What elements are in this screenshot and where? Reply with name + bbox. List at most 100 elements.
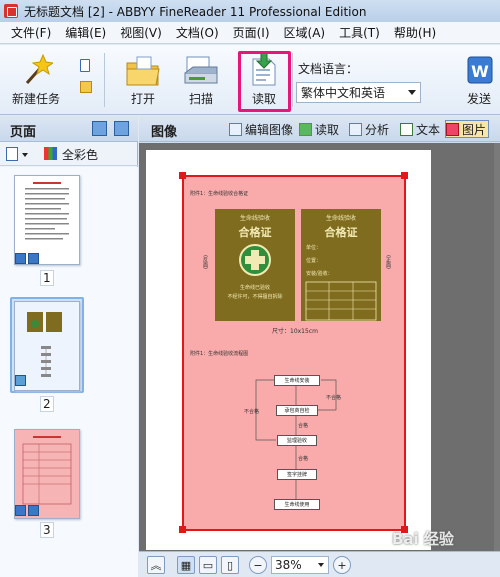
document-icon[interactable]	[80, 59, 90, 72]
image-pane-title: 图像	[151, 125, 178, 140]
scan-label: 扫描	[188, 92, 213, 106]
scan-button[interactable]: 扫描	[176, 49, 226, 111]
edit-image-button[interactable]: 编辑图像	[229, 120, 293, 138]
picture-icon	[15, 375, 26, 386]
menu-document[interactable]: 文档(O)	[169, 24, 226, 41]
save-icon	[28, 253, 39, 264]
svg-text:W: W	[471, 62, 489, 81]
menu-file[interactable]: 文件(F)	[4, 24, 58, 41]
fit-page-icon[interactable]: ▦	[177, 556, 195, 574]
menu-edit[interactable]: 编辑(E)	[58, 24, 113, 41]
fit-width-icon[interactable]: ▭	[199, 556, 217, 574]
move-page-up-icon[interactable]	[92, 121, 107, 136]
flow-step: 监理验收	[277, 435, 317, 446]
folder-icon	[126, 56, 160, 86]
page-status-icons	[15, 375, 26, 386]
document-page: 附件1：生命线验收合格证 生命线验收 合格证 生命线已验收 不经许可，不得擅自拆…	[146, 150, 431, 550]
heading-certificate: 附件1：生命线验收合格证	[190, 191, 249, 197]
open-button[interactable]: 打开	[118, 49, 168, 111]
vertical-scrollbar[interactable]	[494, 143, 500, 551]
cert-side-front: (正面)	[385, 255, 391, 269]
cert-top-text: 生命线验收	[239, 215, 270, 222]
resize-handle[interactable]	[179, 172, 186, 179]
edit-image-icon	[229, 122, 242, 136]
resize-handle[interactable]	[401, 172, 408, 179]
cert-side-back: (反面)	[202, 255, 208, 269]
cert-size: 尺寸：10x15cm	[272, 328, 318, 335]
cert-line2: 不经许可，不得擅自拆除	[227, 294, 283, 300]
flow-label-ok: 合格	[298, 423, 309, 429]
send-label: 发送	[466, 92, 491, 106]
picture-area-button[interactable]: 图片	[445, 120, 490, 138]
image-viewer[interactable]: 附件1：生命线验收合格证 生命线验收 合格证 生命线已验收 不经许可，不得擅自拆…	[139, 143, 500, 551]
menu-bar: 文件(F) 编辑(E) 视图(V) 文档(O) 页面(I) 区域(A) 工具(T…	[0, 22, 500, 44]
certificate-back: 生命线验收 合格证 生命线已验收 不经许可，不得擅自拆除	[215, 209, 295, 321]
pages-list[interactable]: 1 2 3	[0, 167, 138, 577]
page-number-3: 3	[40, 522, 54, 538]
magic-wand-icon	[25, 53, 53, 84]
chevron-down-icon	[408, 90, 416, 95]
cert-top-text: 生命线验收	[325, 215, 356, 222]
page-status-icons	[15, 253, 39, 264]
image-pane-header: 图像 编辑图像 读取 分析 文本 图片	[139, 116, 500, 142]
document-language-select[interactable]: 繁体中文和英语	[296, 82, 421, 103]
chevron-down-icon[interactable]	[22, 153, 28, 157]
picture-area-icon	[446, 122, 459, 136]
image-pane-statusbar: ︽ ▦ ▭ ▯ − 38% +	[139, 551, 500, 577]
menu-view[interactable]: 视图(V)	[113, 24, 169, 41]
app-icon	[4, 4, 18, 18]
analyze-button[interactable]: 分析	[349, 120, 389, 138]
zoom-value: 38%	[275, 558, 302, 572]
flow-step: 生命线使用	[274, 499, 320, 510]
certificate-front: 生命线验收 合格证 单位： 位置： 安装/验收：	[301, 209, 381, 321]
resize-handle[interactable]	[179, 526, 186, 533]
word-icon: W	[467, 56, 493, 84]
menu-tools[interactable]: 工具(T)	[332, 24, 387, 41]
page-thumbnail-1[interactable]	[14, 175, 80, 265]
watermark: Bai 经验	[392, 530, 454, 548]
zoom-out-icon[interactable]: −	[249, 556, 267, 574]
read-page-button[interactable]: 读取	[299, 120, 339, 138]
flow-step: 生命线安装	[274, 375, 320, 386]
title-bar: 无标题文档 [2] - ABBYY FineReader 11 Professi…	[0, 0, 500, 22]
zoom-select[interactable]: 38%	[271, 556, 329, 574]
safety-cross-icon	[239, 244, 271, 276]
text-icon	[15, 505, 26, 516]
open-label: 打开	[130, 92, 155, 106]
menu-area[interactable]: 区域(A)	[277, 24, 333, 41]
menu-page[interactable]: 页面(I)	[226, 24, 277, 41]
send-button[interactable]: W 发送	[458, 49, 500, 111]
move-page-down-icon[interactable]	[114, 121, 129, 136]
new-task-button[interactable]: 新建任务	[6, 49, 66, 111]
copy-icon[interactable]	[80, 81, 92, 93]
cert-grid	[305, 281, 377, 321]
cert-row: 位置：	[306, 258, 322, 264]
color-mode-label[interactable]: 全彩色	[62, 146, 98, 163]
cert-line1: 生命线已验收	[239, 285, 270, 291]
pages-pane-title: 页面	[10, 125, 37, 140]
text-area-button[interactable]: 文本	[400, 120, 440, 138]
pages-pane-header: 页面	[0, 116, 138, 142]
document-language-label: 文档语言：	[298, 62, 359, 76]
analyze-icon	[349, 122, 362, 136]
menu-help[interactable]: 帮助(H)	[387, 24, 443, 41]
page-view-icon[interactable]	[6, 147, 18, 161]
cert-row: 安装/验收：	[306, 271, 333, 277]
new-task-label: 新建任务	[11, 92, 60, 106]
picture-area-label: 图片	[462, 122, 487, 137]
two-pages-icon[interactable]: ▯	[221, 556, 239, 574]
read-page-label: 读取	[315, 122, 340, 137]
pages-pane: 页面 全彩色 1 2 3	[0, 116, 138, 577]
scanner-icon	[184, 56, 218, 84]
text-area-icon	[400, 122, 413, 136]
document-language-value: 繁体中文和英语	[301, 86, 386, 100]
color-mode-icon[interactable]	[44, 147, 57, 160]
edit-image-label: 编辑图像	[245, 122, 294, 137]
zoom-in-icon[interactable]: +	[333, 556, 351, 574]
toolbar-separator	[292, 53, 293, 107]
cert-row: 单位：	[306, 245, 322, 251]
flow-label-fail: 不合格	[326, 395, 342, 401]
flow-step: 承包商自检	[276, 405, 318, 416]
collapse-up-icon[interactable]: ︽	[147, 556, 165, 574]
read-icon	[299, 122, 312, 136]
